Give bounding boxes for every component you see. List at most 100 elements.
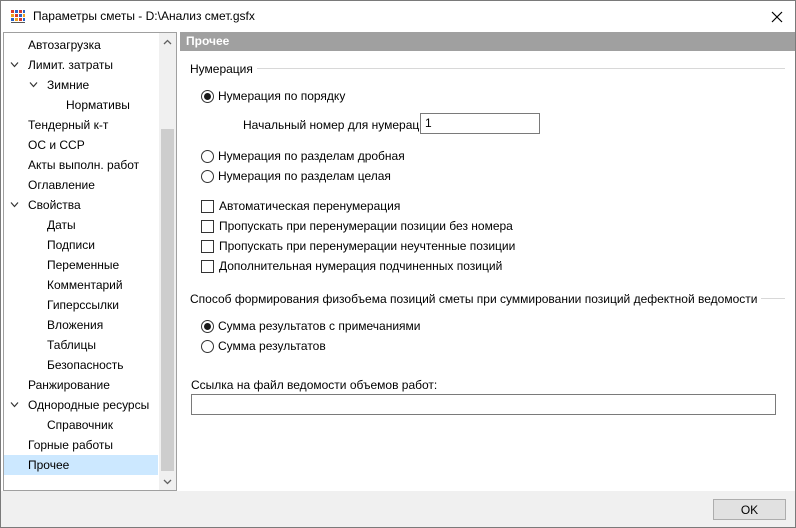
tree-item[interactable]: Горные работы bbox=[4, 435, 158, 455]
tree-item[interactable]: Гиперссылки bbox=[4, 295, 158, 315]
tree-item[interactable]: Акты выполн. работ bbox=[4, 155, 158, 175]
tree-item-label: Справочник bbox=[47, 418, 113, 432]
scroll-thumb[interactable] bbox=[161, 129, 174, 471]
settings-panel: Прочее Нумерация Нумерация по порядку На… bbox=[180, 32, 795, 491]
numbering-sequential-radio[interactable]: Нумерация по порядку bbox=[201, 88, 345, 104]
start-number-label: Начальный номер для нумерации: bbox=[243, 118, 436, 132]
tree-item[interactable]: Вложения bbox=[4, 315, 158, 335]
tree-item[interactable]: Безопасность bbox=[4, 355, 158, 375]
radio-label: Нумерация по порядку bbox=[218, 89, 346, 103]
numbering-integer-radio[interactable]: Нумерация по разделам целая bbox=[201, 168, 391, 184]
tree-item[interactable]: Справочник bbox=[4, 415, 158, 435]
tree-item[interactable]: Комментарий bbox=[4, 275, 158, 295]
volume-sum-radio[interactable]: Сумма результатов bbox=[201, 338, 326, 354]
checkbox-control[interactable] bbox=[201, 239, 214, 253]
tree-scrollbar[interactable] bbox=[159, 33, 176, 490]
start-number-input[interactable]: 1 bbox=[420, 113, 540, 134]
numbering-fractional-radio[interactable]: Нумерация по разделам дробная bbox=[201, 148, 405, 164]
tree-item[interactable]: Тендерный к-т bbox=[4, 115, 158, 135]
settings-tree: Автозагрузка Лимит. затраты Зимние Норматив… bbox=[3, 32, 177, 491]
app-icon bbox=[10, 9, 26, 24]
tree-item[interactable]: Лимит. затраты bbox=[4, 55, 158, 75]
chevron-down-icon[interactable] bbox=[29, 81, 38, 88]
tree-item-label: ОС и ССР bbox=[28, 138, 85, 152]
tree-item[interactable]: Автозагрузка bbox=[4, 35, 158, 55]
panel-title: Прочее bbox=[186, 34, 230, 48]
window-title: Параметры сметы - D:\Анализ смет.gsfx bbox=[33, 9, 255, 23]
tree-item[interactable]: Нормативы bbox=[4, 95, 158, 115]
close-icon bbox=[771, 11, 783, 22]
volume-group-title: Способ формирования физобъема позиций см… bbox=[190, 292, 762, 306]
dialog-footer: OK bbox=[1, 491, 795, 527]
tree-item-label: Безопасность bbox=[47, 358, 124, 372]
radio-label: Сумма результатов bbox=[218, 339, 326, 353]
tree-item[interactable]: Однородные ресурсы bbox=[4, 395, 158, 415]
subordinate-numbering-checkbox[interactable]: Дополнительная нумерация подчиненных поз… bbox=[201, 258, 502, 274]
tree-item-label: Оглавление bbox=[28, 178, 95, 192]
checkbox-label: Дополнительная нумерация подчиненных поз… bbox=[219, 259, 503, 273]
radio-control[interactable] bbox=[201, 89, 214, 103]
tree-item[interactable]: Переменные bbox=[4, 255, 158, 275]
radio-control[interactable] bbox=[201, 319, 214, 333]
tree-item[interactable]: Подписи bbox=[4, 235, 158, 255]
tree-item[interactable]: Прочее bbox=[4, 455, 158, 475]
tree-item-label: Акты выполн. работ bbox=[28, 158, 140, 172]
tree-item-label: Зимние bbox=[47, 78, 90, 92]
radio-label: Нумерация по разделам дробная bbox=[218, 149, 405, 163]
checkbox-label: Пропускать при перенумерации позиции без… bbox=[219, 219, 513, 233]
tree-item-label: Горные работы bbox=[28, 438, 114, 452]
chevron-up-icon bbox=[163, 39, 172, 44]
tree-item-label: Свойства bbox=[28, 198, 81, 212]
checkbox-control[interactable] bbox=[201, 259, 214, 273]
numbering-group-title: Нумерация bbox=[190, 62, 257, 76]
tree-item[interactable]: Зимние bbox=[4, 75, 158, 95]
tree-item-label: Нормативы bbox=[66, 98, 130, 112]
close-button[interactable] bbox=[759, 1, 795, 32]
tree-item[interactable]: Ранжирование bbox=[4, 375, 158, 395]
tree-item-label: Ранжирование bbox=[28, 378, 110, 392]
ok-button[interactable]: OK bbox=[713, 499, 786, 520]
tree-item-label: Автозагрузка bbox=[28, 38, 101, 52]
tree-item-label: Комментарий bbox=[47, 278, 123, 292]
tree-item-label: Гиперссылки bbox=[47, 298, 119, 312]
chevron-down-icon bbox=[163, 479, 172, 484]
checkbox-control[interactable] bbox=[201, 199, 214, 213]
tree-item-label: Лимит. затраты bbox=[28, 58, 113, 72]
skip-unaccounted-checkbox[interactable]: Пропускать при перенумерации неучтенные … bbox=[201, 238, 515, 254]
chevron-down-icon[interactable] bbox=[10, 401, 19, 408]
volume-with-notes-radio[interactable]: Сумма результатов с примечаниями bbox=[201, 318, 421, 334]
tree-item-label: Вложения bbox=[47, 318, 104, 332]
skip-unnumbered-checkbox[interactable]: Пропускать при перенумерации позиции без… bbox=[201, 218, 513, 234]
radio-control[interactable] bbox=[201, 339, 214, 353]
radio-control[interactable] bbox=[201, 169, 214, 183]
scroll-up-button[interactable] bbox=[159, 33, 176, 50]
dialog-window: Параметры сметы - D:\Анализ смет.gsfx Ав… bbox=[0, 0, 796, 528]
tree-item-label: Тендерный к-т bbox=[28, 118, 109, 132]
volume-file-link-label: Ссылка на файл ведомости объемов работ: bbox=[191, 378, 438, 392]
panel-header: Прочее bbox=[180, 32, 795, 51]
checkbox-control[interactable] bbox=[201, 219, 214, 233]
tree-item[interactable]: Свойства bbox=[4, 195, 158, 215]
auto-renumber-checkbox[interactable]: Автоматическая перенумерация bbox=[201, 198, 400, 214]
tree-item-label: Даты bbox=[47, 218, 76, 232]
volume-file-link-input[interactable] bbox=[191, 394, 776, 415]
tree-item[interactable]: Оглавление bbox=[4, 175, 158, 195]
tree-item[interactable]: ОС и ССР bbox=[4, 135, 158, 155]
chevron-down-icon[interactable] bbox=[10, 201, 19, 208]
radio-label: Сумма результатов с примечаниями bbox=[218, 319, 421, 333]
radio-control[interactable] bbox=[201, 149, 214, 163]
checkbox-label: Пропускать при перенумерации неучтенные … bbox=[219, 239, 516, 253]
checkbox-label: Автоматическая перенумерация bbox=[219, 199, 401, 213]
tree-item-label: Переменные bbox=[47, 258, 120, 272]
scroll-down-button[interactable] bbox=[159, 473, 176, 490]
tree-item[interactable]: Таблицы bbox=[4, 335, 158, 355]
tree-item-label: Подписи bbox=[47, 238, 95, 252]
title-bar: Параметры сметы - D:\Анализ смет.gsfx bbox=[1, 1, 795, 32]
radio-label: Нумерация по разделам целая bbox=[218, 169, 391, 183]
chevron-down-icon[interactable] bbox=[10, 61, 19, 68]
tree-item-label: Однородные ресурсы bbox=[28, 398, 150, 412]
tree-item-label: Прочее bbox=[28, 458, 70, 472]
numbering-group-divider bbox=[190, 68, 785, 69]
tree-item[interactable]: Даты bbox=[4, 215, 158, 235]
tree-item-label: Таблицы bbox=[47, 338, 97, 352]
